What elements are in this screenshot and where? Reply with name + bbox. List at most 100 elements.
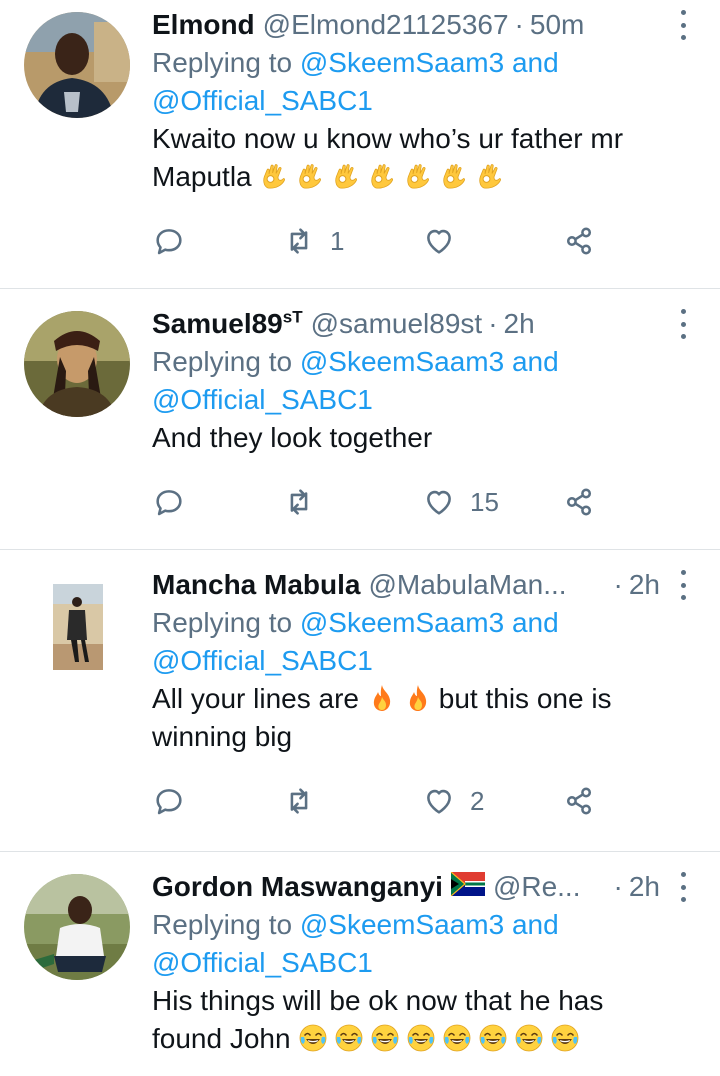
display-name[interactable]: Elmond — [152, 8, 255, 42]
mention-link[interactable]: @SkeemSaam3 — [300, 909, 504, 940]
timestamp[interactable]: 2h — [629, 870, 660, 904]
reply-icon — [156, 229, 182, 255]
ok-hand-emoji — [259, 161, 289, 191]
display-name-superscript: sT — [282, 307, 303, 327]
retweet-icon — [290, 788, 308, 814]
timestamp[interactable]: 50m — [530, 8, 584, 42]
tweet[interactable]: Gordon Maswanganyi @Re... · 2h Replying … — [0, 852, 720, 1076]
more-vertical-icon[interactable] — [676, 872, 690, 902]
south-africa-flag-icon — [450, 870, 485, 897]
display-name[interactable]: Samuel89sT — [152, 307, 303, 341]
replying-prefix: Replying to — [152, 346, 300, 377]
ok-hand-emoji — [439, 161, 469, 191]
retweet-icon — [290, 228, 308, 254]
mention-link[interactable]: @SkeemSaam3 — [300, 607, 504, 638]
retweet-count: 1 — [330, 225, 345, 256]
tears-of-joy-emoji — [334, 1023, 364, 1053]
mention-link[interactable]: @SkeemSaam3 — [300, 346, 504, 377]
reply-button[interactable] — [152, 784, 282, 818]
tweet-text: All your lines are but this one is winni… — [152, 680, 700, 756]
tweet[interactable]: Samuel89sT @samuel89st · 2h Replying to … — [0, 289, 720, 550]
replying-to: Replying to @SkeemSaam3 and @Official_SA… — [152, 604, 700, 680]
heart-icon — [427, 789, 451, 814]
mention-link[interactable]: @Official_SABC1 — [152, 645, 373, 676]
ok-hand-emoji — [295, 161, 325, 191]
tears-of-joy-emoji — [442, 1023, 472, 1053]
share-icon — [566, 227, 592, 255]
mention-link[interactable]: @Official_SABC1 — [152, 384, 373, 415]
share-button[interactable] — [562, 485, 622, 519]
mention-link[interactable]: @Official_SABC1 — [152, 947, 373, 978]
reply-button[interactable] — [152, 485, 282, 519]
ok-hand-emoji — [475, 161, 505, 191]
share-icon — [566, 488, 592, 516]
tweet-text: His things will be ok now that he has fo… — [152, 982, 700, 1058]
like-count: 2 — [470, 785, 485, 816]
like-button[interactable]: 15 — [422, 485, 562, 519]
tweet-text: And they look together — [152, 419, 700, 457]
tweet-feed: Elmond @Elmond21125367 · 50m Replying to… — [0, 0, 720, 1076]
tears-of-joy-emoji-group — [298, 1023, 586, 1054]
avatar[interactable] — [53, 584, 103, 670]
share-button[interactable] — [562, 784, 622, 818]
replying-prefix: Replying to — [152, 607, 300, 638]
more-vertical-icon[interactable] — [676, 10, 690, 40]
retweet-button[interactable]: 1 — [282, 224, 422, 258]
separator-dot: · — [514, 9, 524, 40]
like-button[interactable]: 2 — [422, 784, 562, 818]
replying-to: Replying to @SkeemSaam3 and @Official_SA… — [152, 906, 700, 982]
retweet-button[interactable] — [282, 784, 422, 818]
more-vertical-icon[interactable] — [676, 570, 690, 600]
tears-of-joy-emoji — [298, 1023, 328, 1053]
action-bar: 2 — [152, 766, 700, 836]
ok-hand-emoji — [331, 161, 361, 191]
mention-link[interactable]: @Official_SABC1 — [152, 85, 373, 116]
separator-dot: · — [488, 308, 498, 339]
display-name-text: Samuel89 — [152, 308, 283, 339]
replying-prefix: Replying to — [152, 909, 300, 940]
user-handle[interactable]: @MabulaMan... — [368, 568, 566, 602]
avatar[interactable] — [24, 12, 130, 118]
retweet-icon — [290, 489, 308, 515]
avatar-column — [0, 0, 152, 288]
tweet[interactable]: Elmond @Elmond21125367 · 50m Replying to… — [0, 0, 720, 289]
more-vertical-icon[interactable] — [676, 309, 690, 339]
ok-hand-emoji — [403, 161, 433, 191]
timestamp[interactable]: 2h — [504, 307, 535, 341]
tweet-header: Gordon Maswanganyi @Re... · 2h — [152, 870, 700, 906]
separator-dot: · — [613, 871, 623, 902]
avatar[interactable] — [24, 311, 130, 417]
action-bar: 15 — [152, 467, 700, 537]
tweet-content: Gordon Maswanganyi @Re... · 2h Replying … — [152, 852, 720, 1076]
ok-hand-emoji-group — [259, 161, 511, 192]
timestamp[interactable]: 2h — [629, 568, 660, 602]
tweet-text-line: Kwaito now u know who’s ur father mr — [152, 123, 624, 154]
user-handle[interactable]: @samuel89st — [311, 307, 483, 341]
avatar[interactable] — [24, 874, 130, 980]
share-button[interactable] — [562, 224, 622, 258]
retweet-button[interactable] — [282, 485, 422, 519]
tears-of-joy-emoji — [514, 1023, 544, 1053]
like-button[interactable] — [422, 224, 562, 258]
ok-hand-emoji — [367, 161, 397, 191]
reply-icon — [156, 490, 182, 516]
mention-link[interactable]: @SkeemSaam3 — [300, 47, 504, 78]
user-handle[interactable]: @Elmond21125367 — [263, 8, 509, 42]
display-name[interactable]: Mancha Mabula — [152, 568, 360, 602]
share-icon — [566, 787, 592, 815]
reply-button[interactable] — [152, 224, 282, 258]
display-name[interactable]: Gordon Maswanganyi — [152, 870, 443, 904]
tweet-text-line: winning big — [152, 721, 293, 752]
user-handle[interactable]: @Re... — [493, 870, 581, 904]
fire-emoji — [403, 683, 433, 713]
tweet-text-line: And they look together — [152, 422, 433, 453]
replying-and: and — [504, 909, 559, 940]
tears-of-joy-emoji — [478, 1023, 508, 1053]
tweet-content: Samuel89sT @samuel89st · 2h Replying to … — [152, 289, 720, 549]
tweet[interactable]: Mancha Mabula @MabulaMan... · 2h Replyin… — [0, 550, 720, 852]
reply-icon — [156, 789, 182, 815]
action-bar: 1 — [152, 206, 700, 276]
tweet-text-line: All your lines are — [152, 683, 359, 714]
tears-of-joy-emoji — [550, 1023, 580, 1053]
tweet-text-line: but this one is — [438, 683, 612, 714]
